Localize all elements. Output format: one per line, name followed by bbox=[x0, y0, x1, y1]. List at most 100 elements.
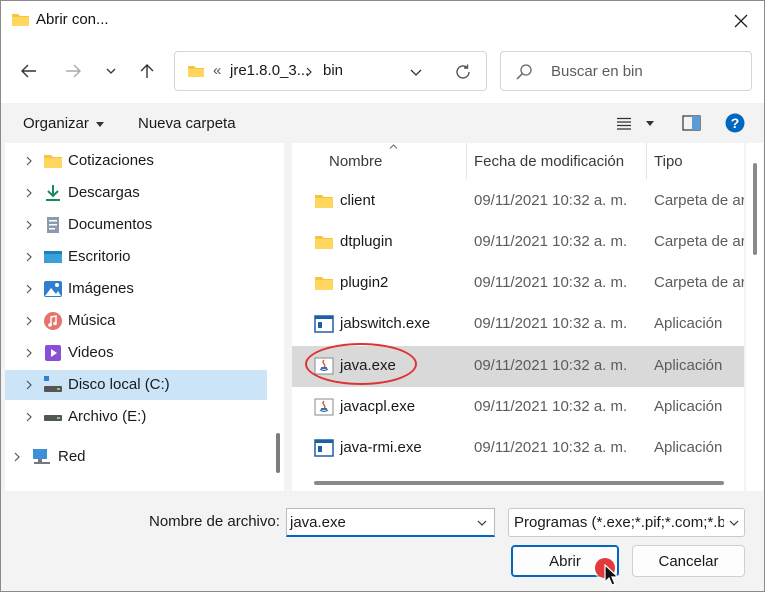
folder-icon bbox=[315, 195, 333, 208]
column-header-type[interactable]: Tipo bbox=[654, 143, 744, 179]
filename-field[interactable]: java.exe bbox=[286, 508, 495, 537]
chevron-right-icon[interactable] bbox=[24, 188, 34, 198]
tree-item-descargas[interactable]: Descargas bbox=[5, 178, 267, 208]
horizontal-scrollbar[interactable] bbox=[314, 481, 724, 485]
tree-label: Escritorio bbox=[68, 248, 131, 265]
title-bar: Abrir con... bbox=[1, 1, 764, 41]
column-header-modified[interactable]: Fecha de modificación bbox=[474, 143, 646, 179]
vertical-scrollbar[interactable] bbox=[746, 143, 763, 491]
new-folder-button[interactable]: Nueva carpeta bbox=[138, 115, 236, 132]
tree-label: Archivo (E:) bbox=[68, 408, 147, 425]
refresh-icon[interactable] bbox=[454, 63, 472, 81]
file-type: Aplicación bbox=[654, 439, 723, 456]
address-bar[interactable]: « jre1.8.0_3... bin bbox=[174, 51, 487, 91]
organize-label: Organizar bbox=[23, 115, 89, 132]
cancel-button[interactable]: Cancelar bbox=[632, 545, 745, 577]
file-row[interactable]: client 09/11/2021 10:32 a. m. Carpeta de… bbox=[292, 181, 744, 222]
address-segment[interactable]: bin bbox=[323, 62, 343, 79]
chevron-down-icon[interactable] bbox=[410, 69, 422, 76]
filename-label: Nombre de archivo: bbox=[149, 513, 280, 530]
search-input[interactable]: Buscar en bin bbox=[551, 63, 643, 80]
folder-icon bbox=[315, 236, 333, 249]
tree-item-disco-local-c[interactable]: Disco local (C:) bbox=[5, 370, 267, 400]
file-row[interactable]: plugin2 09/11/2021 10:32 a. m. Carpeta d… bbox=[292, 263, 744, 304]
chevron-right-icon[interactable] bbox=[306, 67, 312, 77]
chevron-right-icon[interactable] bbox=[24, 380, 34, 390]
chevron-right-icon[interactable] bbox=[24, 316, 34, 326]
file-modified: 09/11/2021 10:32 a. m. bbox=[474, 439, 628, 456]
network-icon bbox=[33, 449, 50, 464]
file-name: dtplugin bbox=[340, 233, 393, 250]
forward-button[interactable] bbox=[59, 55, 87, 87]
file-name: client bbox=[340, 192, 376, 209]
organize-button[interactable]: Organizar bbox=[23, 115, 105, 132]
help-icon[interactable]: ? bbox=[725, 113, 745, 133]
mouse-cursor-icon bbox=[604, 564, 620, 586]
folder-icon bbox=[188, 66, 204, 77]
recent-locations-button[interactable] bbox=[97, 55, 125, 87]
file-type: Carpeta de archivos bbox=[654, 274, 744, 291]
window-title: Abrir con... bbox=[36, 11, 109, 28]
tree-item-videos[interactable]: Videos bbox=[5, 338, 267, 368]
file-name: jabswitch.exe bbox=[340, 315, 431, 332]
command-bar: Organizar Nueva carpeta ? bbox=[1, 103, 764, 143]
up-button[interactable] bbox=[133, 55, 161, 87]
file-type: Aplicación bbox=[654, 398, 723, 415]
close-button[interactable] bbox=[718, 1, 764, 41]
tree-item-archivo-e[interactable]: Archivo (E:) bbox=[5, 402, 267, 432]
arrow-left-icon bbox=[21, 64, 36, 78]
chevron-right-icon[interactable] bbox=[24, 412, 34, 422]
videos-icon bbox=[45, 345, 61, 361]
file-row[interactable]: dtplugin 09/11/2021 10:32 a. m. Carpeta … bbox=[292, 222, 744, 263]
chevron-right-icon[interactable] bbox=[24, 156, 34, 166]
search-box[interactable]: Buscar en bin bbox=[500, 51, 752, 91]
back-button[interactable] bbox=[15, 55, 43, 87]
folder-icon bbox=[315, 277, 333, 290]
address-segment[interactable]: jre1.8.0_3... bbox=[230, 62, 309, 79]
file-row[interactable]: java-rmi.exe 09/11/2021 10:32 a. m. Apli… bbox=[292, 428, 744, 469]
filename-value[interactable]: java.exe bbox=[290, 514, 346, 531]
file-modified: 09/11/2021 10:32 a. m. bbox=[474, 233, 628, 250]
preview-pane-icon[interactable] bbox=[682, 115, 701, 131]
file-row[interactable]: jabswitch.exe 09/11/2021 10:32 a. m. Apl… bbox=[292, 304, 744, 345]
tree-label: Descargas bbox=[68, 184, 140, 201]
chevron-right-icon[interactable] bbox=[24, 252, 34, 262]
chevron-right-icon[interactable] bbox=[12, 452, 22, 462]
file-type: Aplicación bbox=[654, 315, 723, 332]
view-options-icon[interactable] bbox=[616, 117, 632, 130]
tree-item-red[interactable]: Red bbox=[5, 442, 267, 472]
cancel-button-label: Cancelar bbox=[658, 552, 719, 570]
highlight-annotation bbox=[305, 343, 417, 385]
folder-icon bbox=[44, 155, 62, 168]
column-header-name[interactable]: Nombre bbox=[329, 143, 464, 179]
filename-dropdown-button[interactable] bbox=[470, 509, 494, 536]
chevron-right-icon[interactable] bbox=[24, 284, 34, 294]
caret-down-icon[interactable] bbox=[646, 121, 654, 126]
svg-text:?: ? bbox=[731, 115, 740, 131]
tree-item-cotizaciones[interactable]: Cotizaciones bbox=[5, 146, 267, 176]
address-overflow[interactable]: « bbox=[213, 62, 221, 79]
download-icon bbox=[46, 185, 60, 201]
tree-label: Documentos bbox=[68, 216, 153, 233]
file-row[interactable]: javacpl.exe 09/11/2021 10:32 a. m. Aplic… bbox=[292, 387, 744, 428]
app-icon bbox=[314, 439, 334, 457]
file-type-select[interactable]: Programas (*.exe;*.pif;*.com;*.bat;*.cmd… bbox=[508, 508, 745, 537]
file-type-dropdown-button[interactable] bbox=[724, 509, 744, 536]
nav-pane-scrollbar[interactable] bbox=[276, 433, 280, 473]
file-type: Carpeta de archivos bbox=[654, 192, 744, 209]
chevron-down-icon bbox=[106, 68, 116, 74]
tree-label: Disco local (C:) bbox=[68, 376, 170, 393]
desktop-icon bbox=[44, 251, 62, 263]
column-divider[interactable] bbox=[466, 143, 467, 179]
chevron-right-icon[interactable] bbox=[24, 348, 34, 358]
tree-item-musica[interactable]: Música bbox=[5, 306, 267, 336]
column-divider[interactable] bbox=[646, 143, 647, 179]
chevron-right-icon[interactable] bbox=[24, 220, 34, 230]
tree-item-documentos[interactable]: Documentos bbox=[5, 210, 267, 240]
folder-icon bbox=[12, 14, 29, 26]
tree-item-escritorio[interactable]: Escritorio bbox=[5, 242, 267, 272]
scrollbar-thumb[interactable] bbox=[753, 163, 757, 255]
chevron-down-icon bbox=[729, 520, 739, 526]
open-button-label: Abrir bbox=[549, 552, 581, 570]
tree-item-imagenes[interactable]: Imágenes bbox=[5, 274, 267, 304]
